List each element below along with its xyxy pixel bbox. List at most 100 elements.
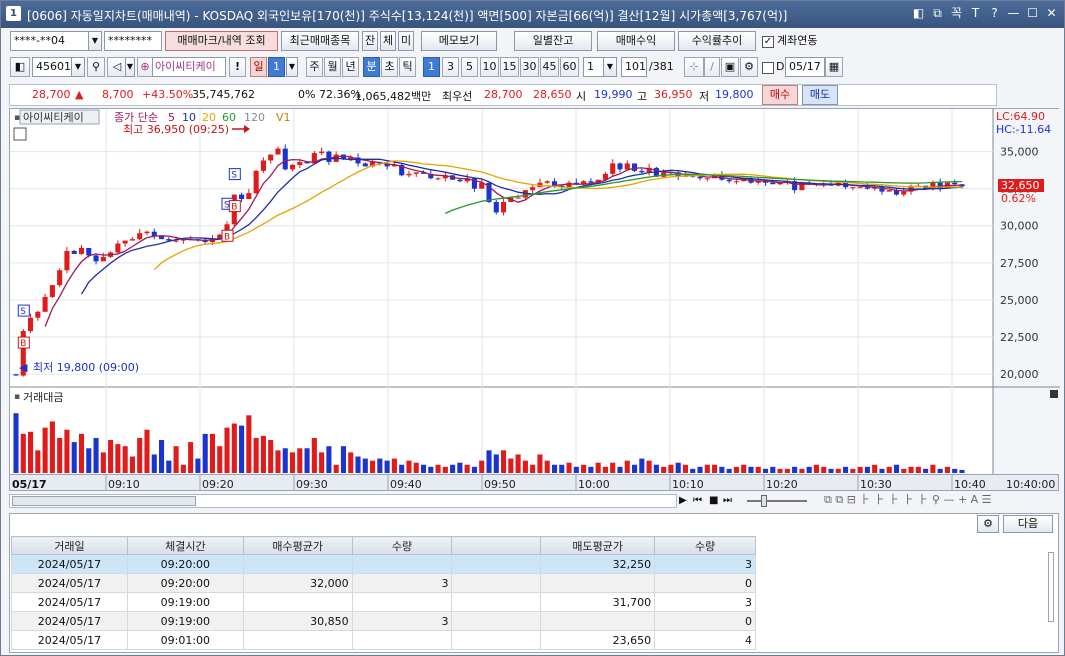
volume-bar (959, 469, 965, 473)
trade-history-panel: ⚙ 다음 거래일 체결시간 매수평균가 수량 매도평균가 수량 2024/05/… (9, 513, 1059, 653)
stock-name-field[interactable]: 아이씨티케이 (152, 57, 226, 77)
price-tick-label: 25,000 (1000, 294, 1039, 307)
stock-code-input[interactable]: 456010 (32, 57, 78, 77)
interval-10-button[interactable]: 10 (480, 57, 499, 77)
next-button[interactable]: 다음 (1003, 515, 1053, 533)
interval-3-button[interactable]: 3 (442, 57, 459, 77)
interval-60-button[interactable]: 60 (560, 57, 579, 77)
zoom-slider[interactable] (747, 500, 807, 502)
draw-tool-icon[interactable]: ∕ (704, 57, 720, 77)
volume-close-icon[interactable] (1050, 390, 1058, 398)
table-row[interactable]: 2024/05/17 09:01:00 23,650 4 (11, 630, 756, 650)
interval-15-button[interactable]: 15 (500, 57, 519, 77)
candlestick-chart[interactable]: 35,00032,50030,00027,50025,00022,50020,0… (10, 109, 1060, 475)
tool-icons[interactable]: ⧉ ⧉ ⊟ ⺊ ⺊ ⺊ ⺊ ⺊ ⚲ — + A ☰ (824, 493, 992, 507)
candle-body (704, 178, 710, 180)
account-dropdown-icon[interactable]: ▼ (88, 31, 102, 51)
password-input[interactable]: ******** (104, 31, 162, 51)
settings-gear-icon[interactable]: ⚙ (977, 515, 999, 533)
sound-icon[interactable]: ◁ (107, 57, 127, 77)
trade-profit-button[interactable]: 매매수익 (597, 31, 675, 51)
zoom-slider-handle[interactable] (761, 495, 767, 507)
table-toggle-icon[interactable] (13, 127, 27, 141)
last-rate: 0.62% (1001, 192, 1036, 205)
count-input[interactable]: 101 (621, 57, 647, 77)
maximize-icon[interactable]: ☐ (1024, 5, 1041, 22)
interval-input[interactable]: 1 (583, 57, 605, 77)
recent-trades-button[interactable]: 최근매매종목 (281, 31, 359, 51)
scroll-right-icon[interactable]: ▶ (679, 494, 687, 508)
interval-1-button[interactable]: 1 (423, 57, 440, 77)
tick-button[interactable]: 틱 (399, 57, 416, 77)
gear-icon[interactable]: ⚙ (740, 57, 758, 77)
account-link-checkbox[interactable]: ✓ (762, 36, 774, 48)
table-scrollbar[interactable] (1048, 552, 1054, 622)
alert-button[interactable]: ! (229, 57, 246, 77)
table-row[interactable]: 2024/05/17 09:19:00 31,700 3 (11, 592, 756, 612)
table-row[interactable]: 2024/05/17 09:19:00 30,850 3 0 (11, 611, 756, 631)
yield-trend-button[interactable]: 수익률추이 (678, 31, 756, 51)
date-checkbox[interactable] (762, 62, 774, 74)
date-input[interactable]: 05/17 (785, 57, 825, 77)
close-icon[interactable]: ✕ (1043, 5, 1060, 22)
volume-option-icon[interactable]: ▪ (14, 392, 20, 402)
play-icon[interactable]: ⏭ (723, 494, 732, 508)
dock-icon[interactable]: ◧ (910, 5, 927, 22)
table-row[interactable]: 2024/05/17 09:20:00 32,250 3 (11, 554, 756, 574)
pin-icon[interactable]: 꼭 (948, 5, 965, 22)
chart-area[interactable]: 35,00032,50030,00027,50025,00022,50020,0… (9, 108, 1060, 490)
sound-dropdown-icon[interactable]: ▼ (125, 57, 135, 77)
chart-option-icon[interactable]: ▪ (14, 113, 20, 123)
scroll-thumb[interactable] (12, 496, 196, 506)
executed-button[interactable]: 체 (380, 31, 396, 51)
minimize-icon[interactable]: — (1005, 5, 1022, 22)
chart-scrollbar[interactable] (9, 494, 677, 508)
calendar-icon[interactable]: ▦ (825, 57, 843, 77)
volume-bar (420, 464, 427, 473)
price-tick-label: 27,500 (1000, 257, 1039, 270)
rewind-icon[interactable]: ⏮ (693, 494, 702, 508)
interval-dropdown-icon[interactable]: ▼ (603, 57, 617, 77)
period-dropdown-icon[interactable]: ▼ (286, 57, 298, 77)
code-dropdown-icon[interactable]: ▼ (71, 57, 85, 77)
daily-balance-button[interactable]: 일별잔고 (514, 31, 592, 51)
search-icon[interactable]: ⚲ (87, 57, 105, 77)
unfilled-button[interactable]: 미 (398, 31, 414, 51)
main-window: 1 [0606] 자동일지차트(매매내역) - KOSDAQ 외국인보유[170… (0, 0, 1065, 656)
account-input[interactable]: ****-**04 (10, 31, 90, 51)
interval-30-button[interactable]: 30 (520, 57, 539, 77)
second-button[interactable]: 초 (381, 57, 398, 77)
help-icon[interactable]: ? (986, 5, 1003, 22)
balance-button[interactable]: 잔 (362, 31, 378, 51)
buy-button[interactable]: 매수 (762, 85, 798, 105)
chart-stock-tag[interactable]: 아이씨티케이 (23, 111, 84, 124)
period-day-button[interactable]: 일 (250, 57, 267, 77)
interval-5-button[interactable]: 5 (461, 57, 478, 77)
period-value-input[interactable]: 1 (268, 57, 285, 77)
period-year-button[interactable]: 년 (342, 57, 359, 77)
layout-icon[interactable]: ◧ (10, 57, 30, 77)
candle-body (770, 182, 776, 185)
volume-bar (406, 460, 412, 473)
restore-icon[interactable]: ⧉ (929, 5, 946, 22)
crosshair-icon[interactable]: ⊹ (684, 57, 704, 77)
save-icon[interactable]: ▣ (721, 57, 739, 77)
trade-mark-button[interactable]: 매매마크/내역 조회 (165, 31, 278, 51)
table-row[interactable]: 2024/05/17 09:20:00 32,000 3 0 (11, 573, 756, 593)
period-week-button[interactable]: 주 (306, 57, 323, 77)
period-month-button[interactable]: 월 (324, 57, 341, 77)
memo-button[interactable]: 메모보기 (421, 31, 497, 51)
font-icon[interactable]: T (967, 5, 984, 22)
volume-bar (137, 437, 143, 473)
interval-45-button[interactable]: 45 (540, 57, 559, 77)
stock-group-icon[interactable]: ⊕ (137, 57, 153, 77)
volume-bar (493, 454, 499, 473)
high-label: 고 (637, 90, 648, 103)
volume-bar (166, 460, 172, 473)
volume-bar (450, 464, 456, 473)
candle-body (35, 311, 41, 318)
minute-button[interactable]: 분 (363, 57, 380, 77)
stop-icon[interactable]: ■ (709, 494, 718, 508)
volume-bar (151, 454, 157, 473)
sell-button[interactable]: 매도 (802, 85, 838, 105)
